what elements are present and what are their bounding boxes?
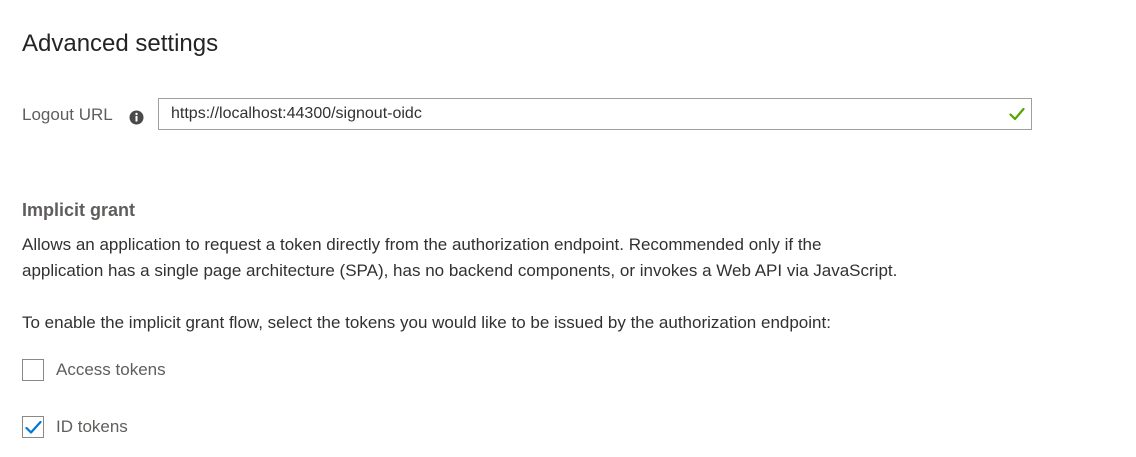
implicit-grant-description: Allows an application to request a token… [22, 232, 1022, 284]
info-icon[interactable] [129, 110, 144, 125]
access-tokens-option[interactable]: Access tokens [22, 357, 166, 383]
checkmark-icon [25, 420, 42, 434]
valid-checkmark-icon [1009, 107, 1025, 121]
logout-url-input-wrapper [158, 98, 1032, 130]
description-line: application has a single page architectu… [22, 261, 898, 280]
implicit-grant-heading: Implicit grant [22, 200, 136, 220]
description-line: Allows an application to request a token… [22, 235, 822, 254]
id-tokens-checkbox[interactable] [22, 416, 44, 438]
id-tokens-option[interactable]: ID tokens [22, 414, 128, 440]
access-tokens-checkbox[interactable] [22, 359, 44, 381]
id-tokens-label: ID tokens [56, 417, 128, 436]
page-title: Advanced settings [22, 30, 219, 57]
logout-url-input[interactable] [159, 99, 999, 129]
advanced-settings-panel: Advanced settings Logout URL Implicit gr… [22, 0, 1122, 457]
access-tokens-label: Access tokens [56, 360, 166, 379]
logout-url-field: Logout URL [22, 98, 1042, 132]
logout-url-label: Logout URL [22, 105, 113, 124]
implicit-grant-instruction: To enable the implicit grant flow, selec… [22, 313, 831, 332]
